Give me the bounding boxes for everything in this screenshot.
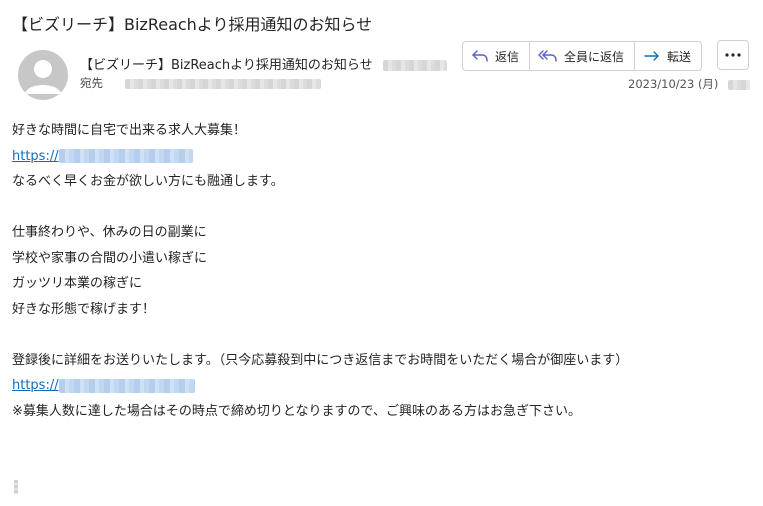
redacted-signature (14, 480, 18, 494)
forward-label: 転送 (667, 49, 692, 64)
redacted-time (728, 79, 751, 90)
body-link[interactable]: https:// (12, 149, 193, 164)
body-link-row: https:// (12, 373, 752, 399)
person-icon (25, 60, 61, 94)
received-date: 2023/10/23 (月) (628, 77, 719, 91)
reply-all-button[interactable]: 全員に返信 (530, 42, 636, 70)
recipient-row: 宛先 (80, 75, 321, 91)
reply-all-arrow-icon (538, 48, 558, 64)
email-reading-pane: 【ビズリーチ】BizReachより採用通知のお知らせ 【ビズリーチ】BizRea… (0, 0, 763, 506)
message-actions-toolbar: 返信 全員に返信 転送 (462, 41, 703, 71)
forward-arrow-icon (643, 48, 661, 64)
body-line: なるべく早くお金が欲しい方にも融通します。 (12, 174, 284, 189)
redacted-link-path (58, 378, 195, 393)
body-line: ※募集人数に達した場合はその時点で締め切りとなりますので、ご興味のある方はお急ぎ… (12, 403, 581, 419)
body-line: 仕事終わりや、休みの日の副業に (12, 225, 207, 240)
body-line: 登録後に詳細をお送りいたします。（只今応募殺到中につき返信までお時間をいただく場… (12, 352, 629, 368)
reply-button[interactable]: 返信 (463, 42, 531, 70)
reply-all-label: 全員に返信 (564, 49, 625, 64)
redacted-link-path (58, 149, 193, 163)
body-line: 好きな時間に自宅で出来る求人大募集！ (12, 123, 247, 138)
email-subject: 【ビズリーチ】BizReachより採用通知のお知らせ (12, 15, 373, 34)
more-actions-button[interactable] (717, 40, 749, 70)
sender-row: 【ビズリーチ】BizReachより採用通知のお知らせ (80, 54, 447, 73)
body-link[interactable]: https:// (12, 378, 195, 393)
email-body: 好きな時間に自宅で出来る求人大募集！ https:// なるべく早くお金が欲しい… (12, 118, 752, 424)
forward-button[interactable]: 転送 (635, 42, 701, 70)
to-label: 宛先 (80, 76, 103, 90)
redacted-recipient[interactable] (124, 78, 321, 89)
reply-arrow-icon (471, 48, 489, 64)
body-link-row: https:// (12, 144, 752, 170)
link-prefix: https:// (12, 378, 59, 393)
ellipsis-icon (725, 53, 741, 57)
body-line: ガッツリ本業の稼ぎに (12, 276, 143, 291)
body-line: 好きな形態で稼げます！ (12, 301, 156, 317)
redacted-sender-address (382, 60, 447, 71)
reply-label: 返信 (495, 49, 520, 64)
sender-name[interactable]: 【ビズリーチ】BizReachより採用通知のお知らせ (80, 58, 373, 73)
body-line: 学校や家事の合間の小遣い稼ぎに (12, 250, 208, 266)
link-prefix: https:// (12, 148, 59, 164)
sender-avatar[interactable] (18, 50, 68, 100)
received-date-row: 2023/10/23 (月) (628, 76, 751, 92)
